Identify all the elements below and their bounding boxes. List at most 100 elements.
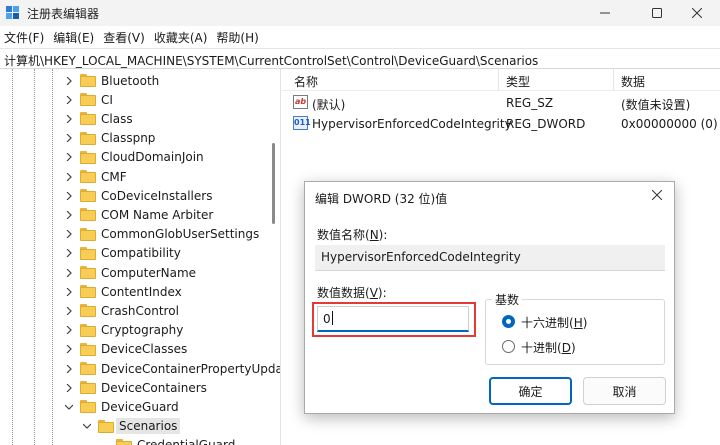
- decimal-radio-label[interactable]: 十进制(D): [521, 339, 576, 356]
- folder-icon: [116, 438, 132, 445]
- chevron-right-icon[interactable]: [64, 133, 74, 143]
- chevron-right-icon[interactable]: [64, 114, 74, 124]
- tree-item[interactable]: CrashControl: [64, 301, 179, 320]
- menu-help[interactable]: 帮助(H): [212, 29, 263, 46]
- folder-icon: [80, 170, 96, 183]
- cancel-button[interactable]: 取消: [583, 377, 666, 405]
- close-icon: [692, 8, 702, 18]
- value-data: 0x00000000 (0): [621, 117, 718, 131]
- value-data: (数值未设置): [621, 98, 691, 112]
- chevron-right-icon[interactable]: [64, 306, 74, 316]
- dialog-close-button[interactable]: [651, 188, 663, 204]
- tree-scrollbar-thumb[interactable]: [272, 143, 275, 224]
- chevron-right-icon[interactable]: [64, 229, 74, 239]
- tree-item[interactable]: COM Name Arbiter: [64, 205, 213, 224]
- tree-item-label: COM Name Arbiter: [101, 207, 214, 222]
- maximize-icon: [652, 8, 662, 18]
- close-window-button[interactable]: [674, 0, 720, 26]
- tree-item-label: DeviceClasses: [101, 342, 188, 357]
- tree-item-label: DeviceGuard: [101, 399, 179, 414]
- tree-guide-line: [52, 69, 53, 445]
- column-divider[interactable]: [613, 69, 614, 91]
- tree-item[interactable]: ComputerName: [64, 263, 196, 282]
- close-icon: [651, 189, 663, 201]
- folder-icon: [80, 150, 96, 164]
- base-groupbox: 基数 十六进制(H) 十进制(D): [485, 291, 665, 365]
- menu-file[interactable]: 文件(F): [0, 29, 49, 46]
- folder-icon: [80, 323, 96, 337]
- chevron-right-icon[interactable]: [64, 364, 74, 374]
- tree-item[interactable]: Scenarios: [82, 417, 181, 436]
- column-header-name[interactable]: 名称: [294, 73, 318, 90]
- value-row[interactable]: ab (默认) REG_SZ (数值未设置): [282, 93, 720, 114]
- chevron-right-icon[interactable]: [64, 287, 74, 297]
- key-tree[interactable]: Bluetooth CI Class Classpnp CloudDomainJoin C…: [0, 69, 281, 445]
- chevron-right-icon[interactable]: [64, 152, 74, 162]
- tree-item-label: Compatibility: [101, 246, 181, 261]
- folder-icon: [80, 266, 96, 279]
- chevron-right-icon[interactable]: [64, 344, 74, 354]
- tree-item[interactable]: CMF: [64, 167, 127, 186]
- folder-icon: [80, 131, 96, 145]
- edit-dword-dialog: 编辑 DWORD (32 位)值 数值名称(N): HypervisorEnfo…: [304, 181, 675, 414]
- tree-item[interactable]: Compatibility: [64, 244, 181, 263]
- tree-item[interactable]: Cryptography: [64, 321, 183, 340]
- tree-item-label: Cryptography: [101, 323, 184, 338]
- tree-item-label: ComputerName: [101, 265, 197, 280]
- tree-item-label: Class: [101, 111, 133, 126]
- tree-item-label: DeviceContainers: [101, 380, 207, 395]
- decimal-radio[interactable]: [502, 340, 515, 353]
- chevron-right-icon[interactable]: [64, 325, 74, 335]
- chevron-right-icon[interactable]: [64, 248, 74, 258]
- folder-icon: [80, 285, 96, 299]
- tree-item[interactable]: Bluetooth: [64, 71, 159, 90]
- column-divider[interactable]: [498, 69, 499, 91]
- tree-item[interactable]: ContentIndex: [64, 282, 182, 301]
- folder-icon: [80, 304, 96, 318]
- column-header-type[interactable]: 类型: [506, 73, 530, 90]
- chevron-right-icon[interactable]: [64, 76, 74, 86]
- tree-guide-line: [34, 69, 35, 445]
- tree-item[interactable]: CloudDomainJoin: [64, 148, 204, 167]
- regedit-app-icon: [6, 6, 19, 19]
- menu-view[interactable]: 查看(V): [99, 29, 150, 46]
- tree-item[interactable]: CoDeviceInstallers: [64, 186, 212, 205]
- dword-value-icon: 011: [293, 116, 311, 130]
- tree-item-label: CommonGlobUserSettings: [101, 227, 260, 242]
- folder-icon: [80, 93, 96, 107]
- tree-item[interactable]: CommonGlobUserSettings: [64, 225, 259, 244]
- column-header-data[interactable]: 数据: [621, 73, 645, 90]
- chevron-right-icon[interactable]: [64, 172, 74, 182]
- folder-icon: [80, 112, 96, 126]
- tree-item[interactable]: DeviceContainers: [64, 378, 207, 397]
- folder-icon: [80, 342, 96, 356]
- chevron-right-icon[interactable]: [64, 383, 74, 393]
- value-data-highlight: 0: [312, 302, 476, 337]
- tree-item[interactable]: DeviceGuard: [64, 397, 179, 416]
- tree-item[interactable]: DeviceClasses: [64, 340, 187, 359]
- chevron-right-icon[interactable]: [64, 268, 74, 278]
- chevron-right-icon[interactable]: [64, 210, 74, 220]
- folder-icon: [98, 419, 114, 433]
- hex-radio-label[interactable]: 十六进制(H): [521, 314, 587, 331]
- minimize-button[interactable]: [582, 0, 628, 26]
- menu-edit[interactable]: 编辑(E): [49, 29, 99, 46]
- chevron-right-icon[interactable]: [64, 191, 74, 201]
- menu-favorites[interactable]: 收藏夹(A): [150, 29, 213, 46]
- chevron-down-icon[interactable]: [82, 421, 92, 431]
- value-row[interactable]: 011 HypervisorEnforcedCodeIntegrity REG_…: [282, 114, 720, 135]
- value-type: REG_SZ: [506, 96, 554, 110]
- chevron-right-icon[interactable]: [64, 95, 74, 105]
- value-data-input[interactable]: 0: [317, 306, 469, 332]
- tree-item[interactable]: CI: [64, 90, 113, 109]
- tree-item[interactable]: Class: [64, 109, 133, 128]
- address-bar[interactable]: 计算机\HKEY_LOCAL_MACHINE\SYSTEM\CurrentCon…: [0, 48, 720, 69]
- tree-item-label: CoDeviceInstallers: [101, 188, 213, 203]
- folder-icon: [80, 246, 96, 260]
- tree-item[interactable]: CredentialGuard: [100, 436, 235, 445]
- hex-radio[interactable]: [502, 315, 515, 328]
- tree-item[interactable]: Classpnp: [64, 129, 155, 148]
- chevron-down-icon[interactable]: [64, 402, 74, 412]
- ok-button[interactable]: 确定: [489, 377, 572, 405]
- tree-item[interactable]: DeviceContainerPropertyUpda: [64, 359, 280, 378]
